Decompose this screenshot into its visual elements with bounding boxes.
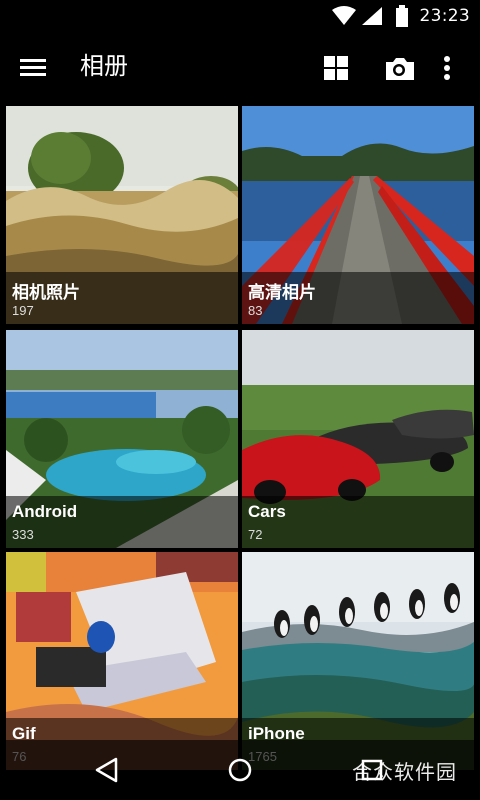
back-triangle-icon: [95, 757, 118, 783]
status-time: 23:23: [419, 6, 470, 26]
grid-view-icon: [324, 56, 348, 80]
home-circle-icon: [228, 758, 252, 782]
album-caption: 高清相片 83: [242, 272, 474, 324]
album-caption: Cars 72: [242, 496, 474, 548]
album-tile[interactable]: Gif 76: [6, 552, 238, 770]
album-tile[interactable]: 高清相片 83: [242, 106, 474, 324]
album-count: 83: [248, 303, 263, 318]
watermark: 合众软件园: [352, 760, 457, 784]
wifi-icon: [331, 6, 356, 25]
album-tile[interactable]: 相机照片 197: [6, 106, 238, 324]
page-title: 相册: [80, 52, 128, 80]
album-name: 相机照片: [12, 283, 80, 302]
album-count: 72: [248, 527, 263, 542]
more-vert-icon: [444, 56, 450, 80]
home-button[interactable]: [224, 754, 256, 786]
back-button[interactable]: [92, 754, 124, 786]
album-name: Android: [12, 502, 78, 521]
album-tile[interactable]: Cars 72: [242, 330, 474, 548]
hamburger-icon: [20, 59, 46, 76]
album-name: Cars: [248, 502, 286, 521]
status-bar: 23:23: [0, 0, 480, 32]
overflow-menu-button[interactable]: [436, 52, 458, 84]
signal-icon: [361, 7, 382, 25]
album-count: 197: [12, 303, 34, 318]
grid-view-button[interactable]: [320, 52, 352, 84]
album-tile[interactable]: Android 333: [6, 330, 238, 548]
album-tile[interactable]: iPhone 1765: [242, 552, 474, 770]
camera-button[interactable]: [382, 52, 416, 84]
album-caption: 相机照片 197: [6, 272, 238, 324]
battery-icon: [395, 5, 408, 27]
album-count: 333: [12, 527, 34, 542]
camera-icon: [386, 58, 414, 80]
app-bar: 相册: [0, 32, 480, 102]
album-name: 高清相片: [248, 283, 316, 302]
album-caption: Android 333: [6, 496, 238, 548]
menu-button[interactable]: [18, 51, 56, 83]
